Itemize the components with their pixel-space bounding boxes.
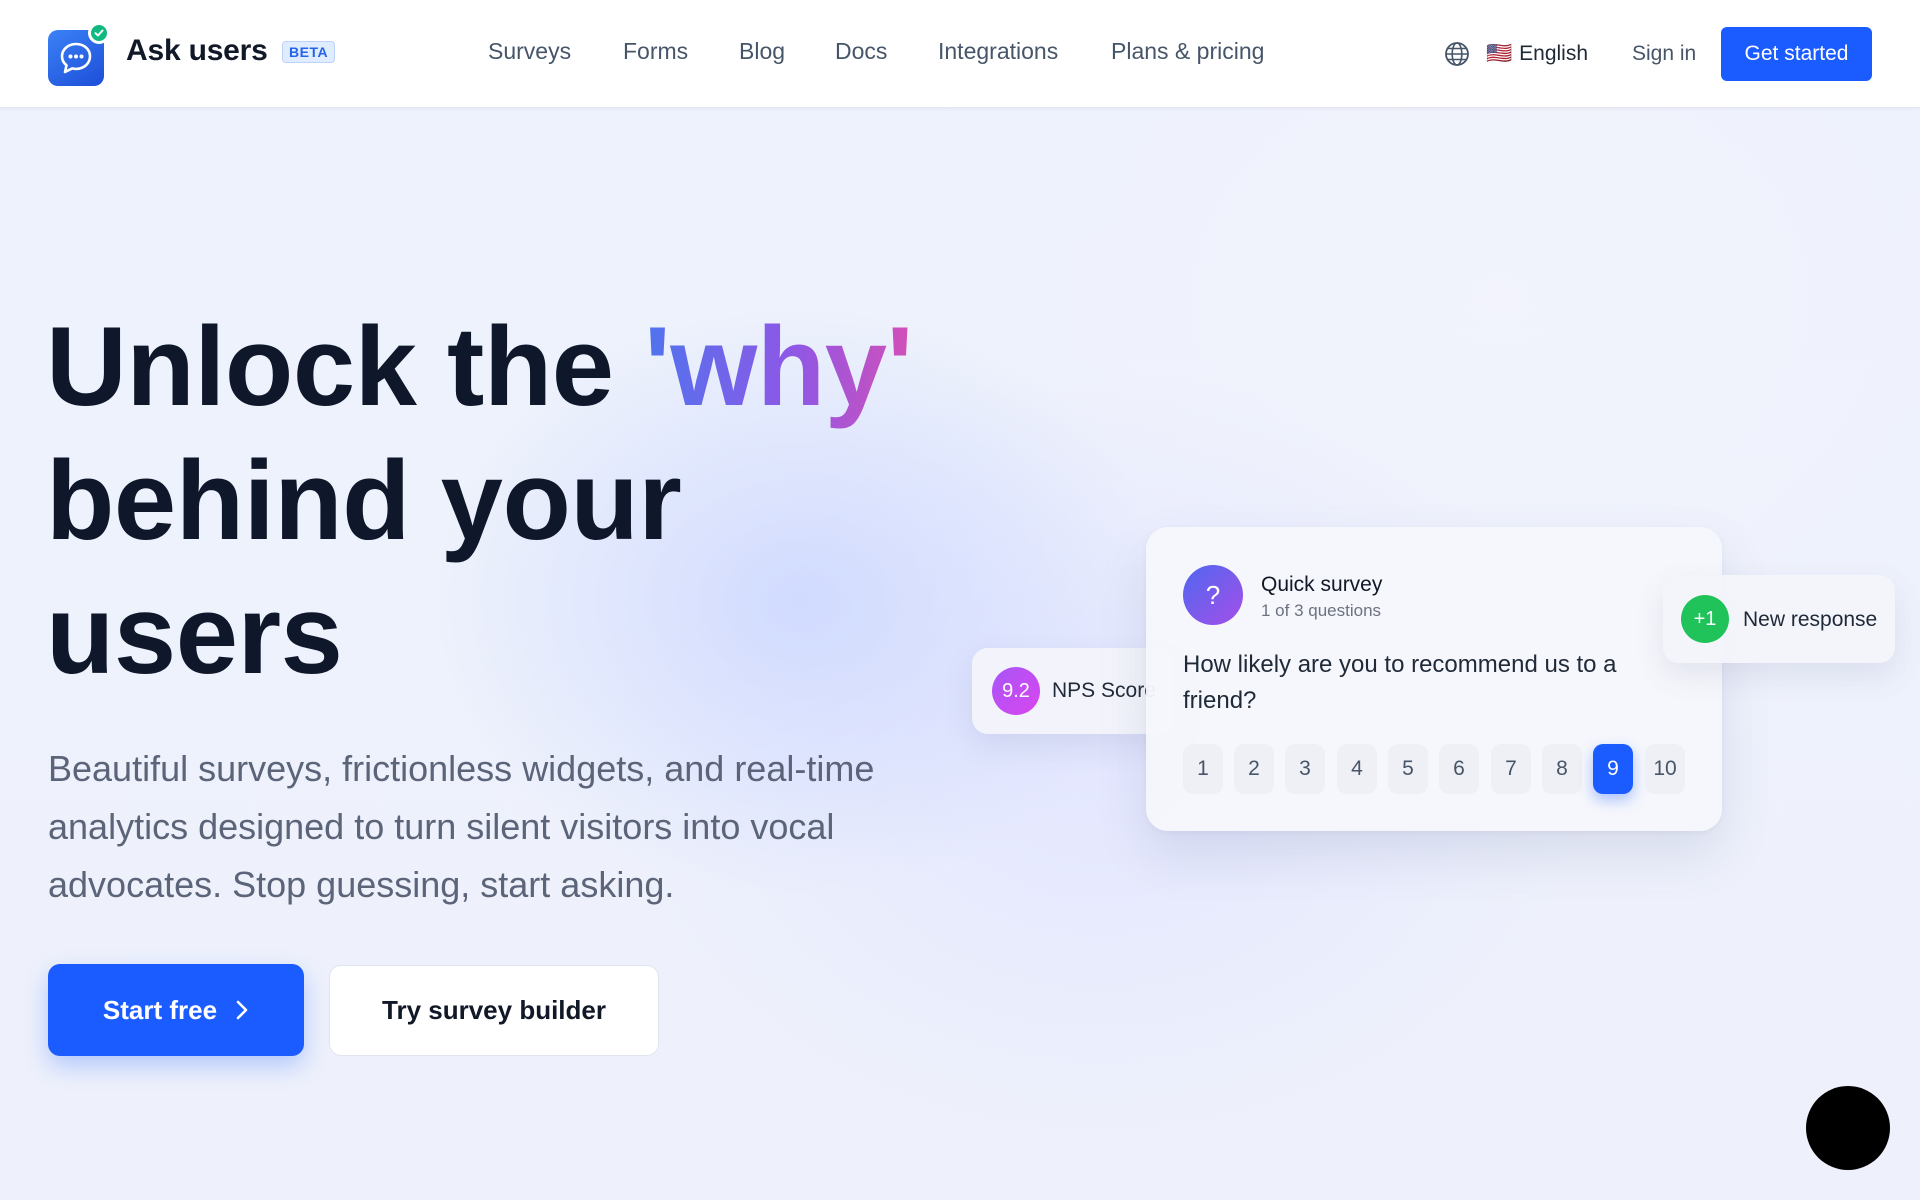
headline-text: Unlock the — [46, 304, 645, 429]
start-free-button[interactable]: Start free — [48, 964, 304, 1056]
nav-item-integrations[interactable]: Integrations — [938, 38, 1058, 65]
top-navbar: Ask users BETA Surveys Forms Blog Docs I… — [0, 0, 1920, 108]
sign-in-link[interactable]: Sign in — [1632, 42, 1696, 66]
nps-score-value: 9.2 — [992, 667, 1040, 715]
nav-item-forms[interactable]: Forms — [623, 38, 688, 65]
brand-name[interactable]: Ask users — [126, 34, 268, 68]
nps-score-badge: 9.2 NPS Score — [972, 648, 1174, 734]
new-response-count: +1 — [1681, 595, 1729, 643]
verified-check-icon — [88, 22, 110, 44]
hero-subtext: Beautiful surveys, frictionless widgets,… — [48, 748, 875, 905]
chevron-right-icon — [236, 1000, 248, 1020]
get-started-button[interactable]: Get started — [1721, 27, 1872, 81]
language-label: English — [1519, 42, 1589, 65]
nav-item-surveys[interactable]: Surveys — [488, 38, 571, 65]
globe-icon — [1445, 42, 1469, 66]
rating-option[interactable]: 6 — [1439, 744, 1479, 794]
language-selector[interactable]: 🇺🇸 English — [1444, 40, 1588, 68]
survey-card-title: Quick survey — [1261, 573, 1383, 596]
rating-option[interactable]: 10 — [1645, 744, 1685, 794]
rating-option[interactable]: 7 — [1491, 744, 1531, 794]
nps-score-label: NPS Score — [1052, 679, 1156, 702]
new-response-label: New response — [1743, 608, 1878, 631]
question-icon: ? — [1183, 565, 1243, 625]
rating-option[interactable]: 5 — [1388, 744, 1428, 794]
nav-item-docs[interactable]: Docs — [835, 38, 887, 65]
rating-option[interactable]: 9 — [1593, 744, 1633, 794]
headline-accent: 'why' — [644, 304, 913, 429]
rating-option[interactable]: 3 — [1285, 744, 1325, 794]
survey-card: ? Quick survey 1 of 3 questions How like… — [1146, 527, 1722, 831]
rating-option[interactable]: 8 — [1542, 744, 1582, 794]
new-response-badge: +1 New response — [1663, 575, 1895, 663]
hero-headline: Unlock the 'why' behind your users — [46, 300, 946, 702]
flag-icon: 🇺🇸 — [1486, 42, 1514, 65]
nav-item-plans-pricing[interactable]: Plans & pricing — [1111, 38, 1264, 65]
nav-item-blog[interactable]: Blog — [739, 38, 785, 65]
survey-question: How likely are you to recommend us to a … — [1183, 651, 1617, 714]
start-free-label: Start free — [102, 994, 218, 1025]
rating-option[interactable]: 1 — [1183, 744, 1223, 794]
chat-bubble-icon — [60, 42, 92, 74]
headline-text-rest: behind your users — [46, 438, 682, 697]
chat-widget-button[interactable] — [1806, 1086, 1890, 1170]
rating-option[interactable]: 4 — [1337, 744, 1377, 794]
try-survey-builder-button[interactable]: Try survey builder — [329, 965, 659, 1056]
survey-card-progress: 1 of 3 questions — [1261, 601, 1382, 620]
rating-option[interactable]: 2 — [1234, 744, 1274, 794]
beta-badge: BETA — [282, 41, 336, 63]
